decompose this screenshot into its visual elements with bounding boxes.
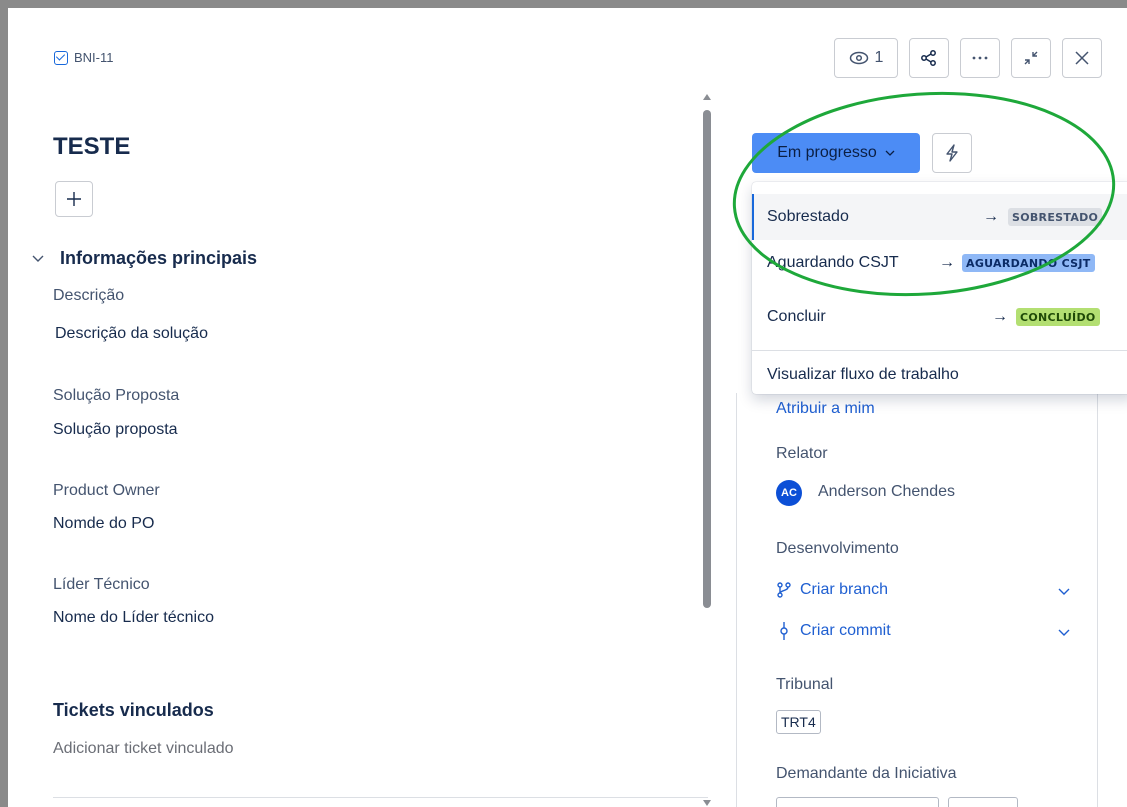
- linked-tickets-title: Tickets vinculados: [53, 700, 214, 720]
- branch-icon: [776, 582, 792, 598]
- watch-count: 1: [874, 49, 884, 66]
- proposed-solution-value[interactable]: Solução proposta: [53, 421, 178, 439]
- product-owner-label: Product Owner: [53, 482, 160, 499]
- main-info-title: Informações principais: [60, 248, 258, 268]
- description-label: Descrição: [53, 287, 125, 304]
- minimize-button[interactable]: [1011, 38, 1051, 78]
- commit-icon: [776, 622, 792, 640]
- main-info-section-header[interactable]: Informações principais: [28, 248, 257, 269]
- description-value[interactable]: Descrição da solução: [55, 325, 208, 343]
- chevron-down-icon: [28, 249, 48, 269]
- tech-lead-label: Líder Técnico: [53, 576, 150, 593]
- view-workflow-link[interactable]: Visualizar fluxo de trabalho: [767, 366, 959, 384]
- transition-label: Concluir: [767, 308, 826, 325]
- create-commit-label: Criar commit: [800, 622, 891, 639]
- share-button[interactable]: [909, 38, 949, 78]
- assign-to-me-link[interactable]: Atribuir a mim: [776, 400, 875, 418]
- demandante-tag[interactable]: [948, 797, 1018, 807]
- demandante-tag[interactable]: [776, 797, 939, 807]
- status-lozenge-green: CONCLUÍDO: [1016, 308, 1100, 326]
- reporter-name[interactable]: Anderson Chendes: [818, 483, 955, 501]
- reporter-avatar: AC: [776, 480, 802, 506]
- reporter-label: Relator: [776, 445, 828, 462]
- tribunal-label: Tribunal: [776, 676, 834, 693]
- issue-key-text: BNI-11: [74, 50, 114, 65]
- more-actions-button[interactable]: [960, 38, 1000, 78]
- issue-modal: BNI-11 1 TESTE Informações principais De…: [8, 8, 1127, 807]
- issue-key-link[interactable]: BNI-11: [54, 50, 114, 65]
- eye-icon: [849, 51, 868, 65]
- divider: [53, 797, 708, 798]
- annotation-ellipse: [732, 91, 1116, 297]
- chevron-down-icon[interactable]: [1058, 583, 1070, 601]
- scrollbar-thumb[interactable]: [703, 110, 711, 608]
- more-dots-icon: [972, 56, 988, 60]
- watch-button[interactable]: 1: [834, 38, 898, 78]
- menu-divider: [752, 350, 1127, 351]
- close-button[interactable]: [1062, 38, 1102, 78]
- share-icon: [921, 50, 936, 66]
- scroll-down-arrow[interactable]: [703, 800, 711, 806]
- scroll-up-arrow[interactable]: [703, 94, 711, 100]
- issue-title[interactable]: TESTE: [53, 133, 130, 161]
- tech-lead-value[interactable]: Nome do Líder técnico: [53, 609, 214, 627]
- close-icon: [1075, 51, 1089, 65]
- proposed-solution-label: Solução Proposta: [53, 387, 180, 404]
- plus-icon: [67, 192, 81, 206]
- demandante-label: Demandante da Iniciativa: [776, 765, 957, 782]
- add-button[interactable]: [55, 181, 93, 217]
- add-linked-ticket-link[interactable]: Adicionar ticket vinculado: [53, 740, 234, 758]
- create-branch-row[interactable]: Criar branch: [776, 579, 1070, 601]
- chevron-down-icon[interactable]: [1058, 624, 1070, 642]
- development-label: Desenvolvimento: [776, 540, 899, 557]
- product-owner-value[interactable]: Nomde do PO: [53, 515, 154, 533]
- task-checkbox-icon: [54, 50, 68, 65]
- create-commit-row[interactable]: Criar commit: [776, 620, 1070, 642]
- arrow-right-icon: →: [992, 308, 1008, 325]
- create-branch-label: Criar branch: [800, 581, 889, 598]
- collapse-arrows-icon: [1024, 51, 1038, 65]
- tribunal-tag[interactable]: TRT4: [776, 710, 821, 734]
